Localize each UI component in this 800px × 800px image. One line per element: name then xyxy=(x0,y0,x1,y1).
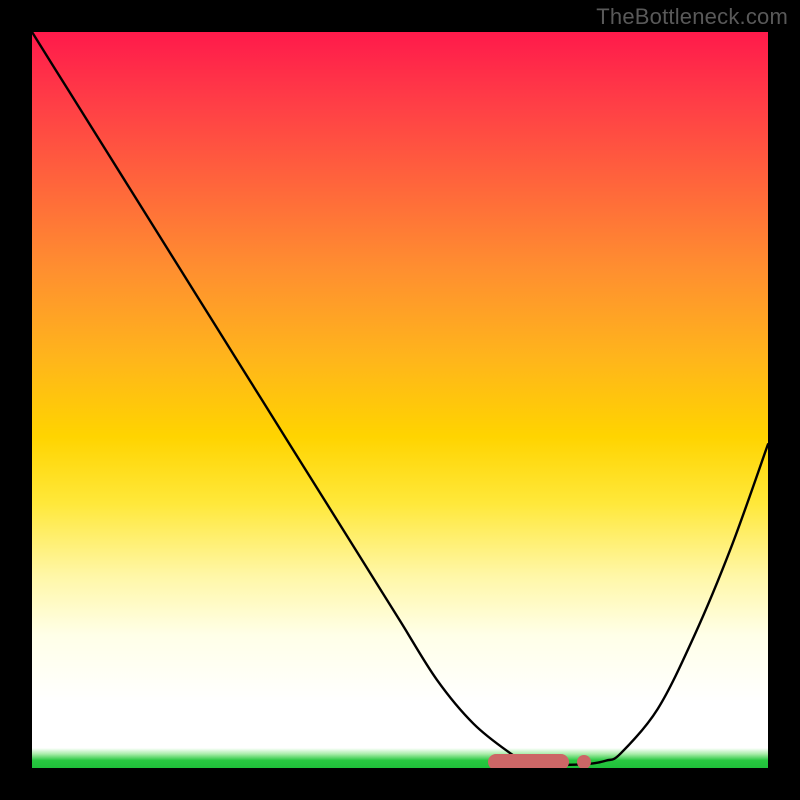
watermark-text: TheBottleneck.com xyxy=(596,4,788,30)
bottleneck-curve xyxy=(32,32,768,768)
recommended-point-dot xyxy=(577,755,591,768)
chart-container: TheBottleneck.com xyxy=(0,0,800,800)
recommended-range-capsule xyxy=(488,754,569,768)
plot-area xyxy=(32,32,768,768)
